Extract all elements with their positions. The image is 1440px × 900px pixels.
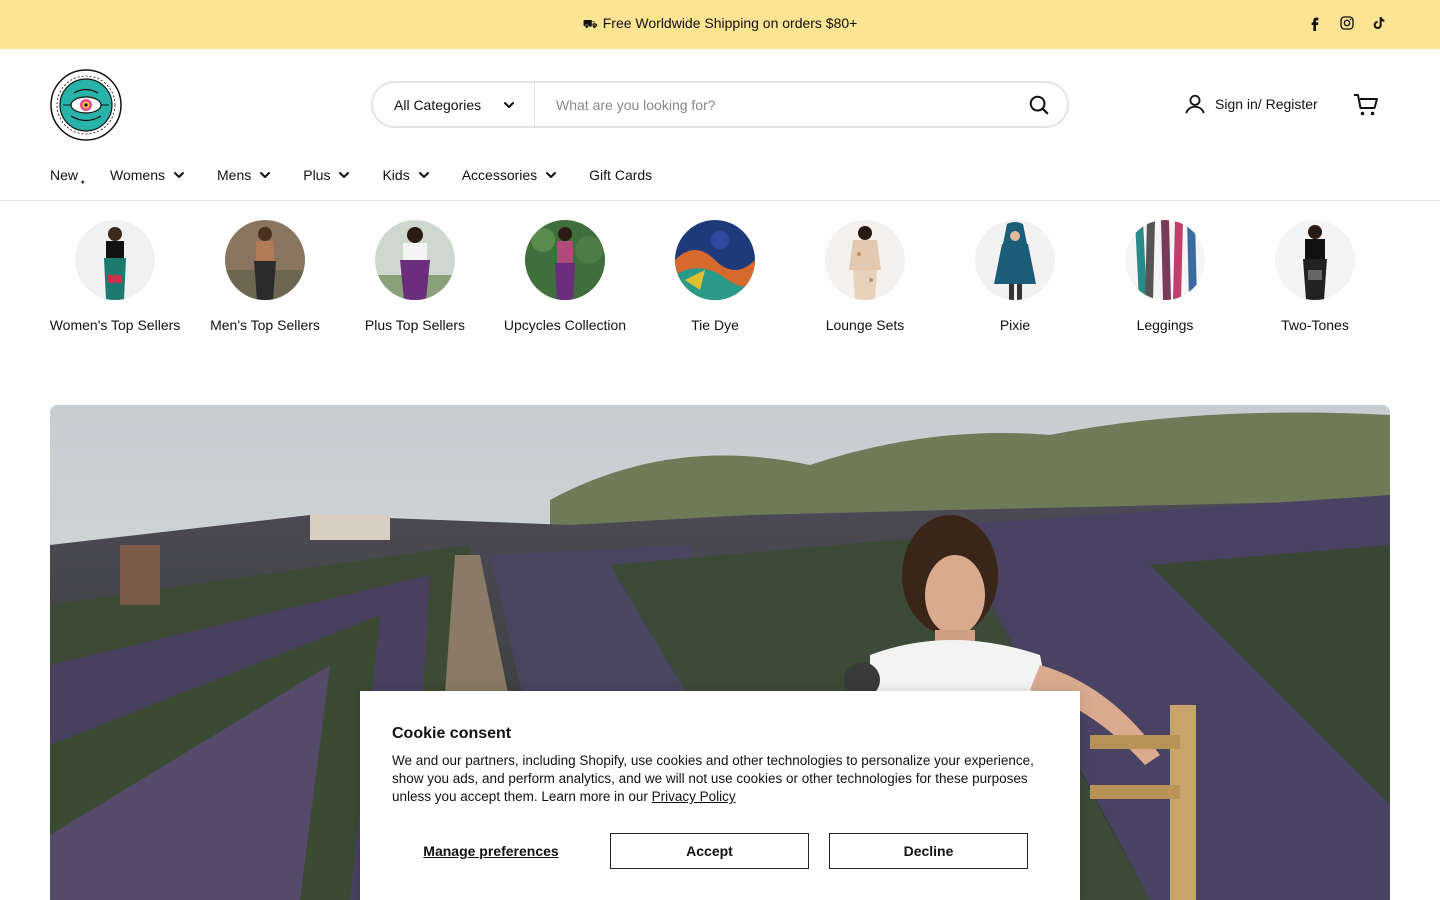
site-logo[interactable]: [50, 69, 122, 141]
category-pixie[interactable]: Pixie: [940, 220, 1090, 336]
chevron-down-icon: [504, 102, 514, 108]
category-image: [825, 220, 905, 300]
cookie-title: Cookie consent: [392, 725, 512, 742]
category-label: Two-Tones: [1281, 317, 1349, 333]
cart-button[interactable]: [1353, 93, 1379, 117]
category-image: [525, 220, 605, 300]
category-leggings[interactable]: Leggings: [1090, 220, 1240, 336]
cookie-consent-dialog: Cookie consent We and our partners, incl…: [360, 691, 1080, 900]
category-label: Leggings: [1136, 317, 1194, 333]
category-label: Women's Top Sellers: [49, 317, 181, 333]
category-image: [1125, 220, 1205, 300]
social-links: [1306, 14, 1388, 32]
cart-icon: [1354, 94, 1378, 116]
search-icon: [1029, 95, 1049, 114]
facebook-icon[interactable]: [1306, 14, 1324, 32]
sparkle-icon: ✦: [79, 178, 87, 187]
sign-in-link[interactable]: Sign in/ Register: [1184, 93, 1318, 115]
category-label: Lounge Sets: [825, 317, 905, 333]
truck-icon: ⛟: [582, 17, 598, 31]
category-womens-top-sellers[interactable]: Women's Top Sellers: [40, 220, 190, 336]
instagram-icon[interactable]: [1338, 14, 1356, 32]
category-plus-top-sellers[interactable]: Plus Top Sellers: [340, 220, 490, 336]
category-label: Plus Top Sellers: [364, 317, 466, 333]
category-label: Men's Top Sellers: [210, 317, 320, 333]
cookie-actions: Manage preferences Accept Decline: [392, 833, 1048, 869]
decline-button[interactable]: Decline: [829, 833, 1028, 869]
chevron-down-icon: [339, 172, 350, 178]
category-select[interactable]: All Categories: [373, 83, 535, 126]
category-tie-dye[interactable]: Tie Dye: [640, 220, 790, 336]
privacy-policy-link[interactable]: Privacy Policy: [652, 789, 736, 804]
cookie-body: We and our partners, including Shopify, …: [392, 753, 1034, 804]
main-nav: New ✦ Womens Mens Plus Kids Accessories …: [50, 165, 684, 187]
chevron-down-icon: [174, 172, 184, 178]
announcement-bar: ⛟ Free Worldwide Shipping on orders $80+: [0, 0, 1440, 49]
chevron-down-icon: [546, 172, 557, 178]
category-label: Tie Dye: [691, 317, 739, 333]
search-button[interactable]: [1011, 83, 1067, 126]
category-upcycles-collection[interactable]: Upcycles Collection: [490, 220, 640, 336]
nav-item-kids[interactable]: Kids: [382, 165, 429, 185]
nav-item-mens[interactable]: Mens: [217, 165, 271, 185]
category-image: [1275, 220, 1355, 300]
nav-item-accessories[interactable]: Accessories: [462, 165, 557, 185]
category-image: [975, 220, 1055, 300]
nav-item-plus[interactable]: Plus: [303, 165, 350, 185]
category-image: [375, 220, 455, 300]
nav-item-gift-cards[interactable]: Gift Cards: [589, 165, 652, 185]
manage-preferences-button[interactable]: Manage preferences: [392, 833, 590, 869]
category-mens-top-sellers[interactable]: Men's Top Sellers: [190, 220, 340, 336]
category-image: [225, 220, 305, 300]
user-icon: [1185, 94, 1205, 114]
nav-item-womens[interactable]: Womens: [110, 165, 185, 185]
category-carousel: Women's Top Sellers Men's Top Sellers Pl…: [40, 220, 1390, 360]
nav-divider: [0, 200, 1440, 201]
sign-in-label: Sign in/ Register: [1215, 96, 1318, 112]
category-image: [675, 220, 755, 300]
category-lounge-sets[interactable]: Lounge Sets: [790, 220, 940, 336]
nav-item-new[interactable]: New ✦: [50, 165, 86, 187]
chevron-down-icon: [260, 172, 271, 178]
search-bar: All Categories: [371, 81, 1069, 128]
chevron-down-icon: [418, 172, 429, 178]
accept-button[interactable]: Accept: [610, 833, 809, 869]
category-two-tones[interactable]: Two-Tones: [1240, 220, 1390, 336]
category-label: Pixie: [999, 317, 1031, 333]
tiktok-icon[interactable]: [1370, 14, 1388, 32]
category-label: Upcycles Collection: [503, 317, 627, 333]
announcement-text: ⛟ Free Worldwide Shipping on orders $80+: [582, 15, 858, 31]
category-image: [75, 220, 155, 300]
search-input[interactable]: [535, 83, 1011, 126]
